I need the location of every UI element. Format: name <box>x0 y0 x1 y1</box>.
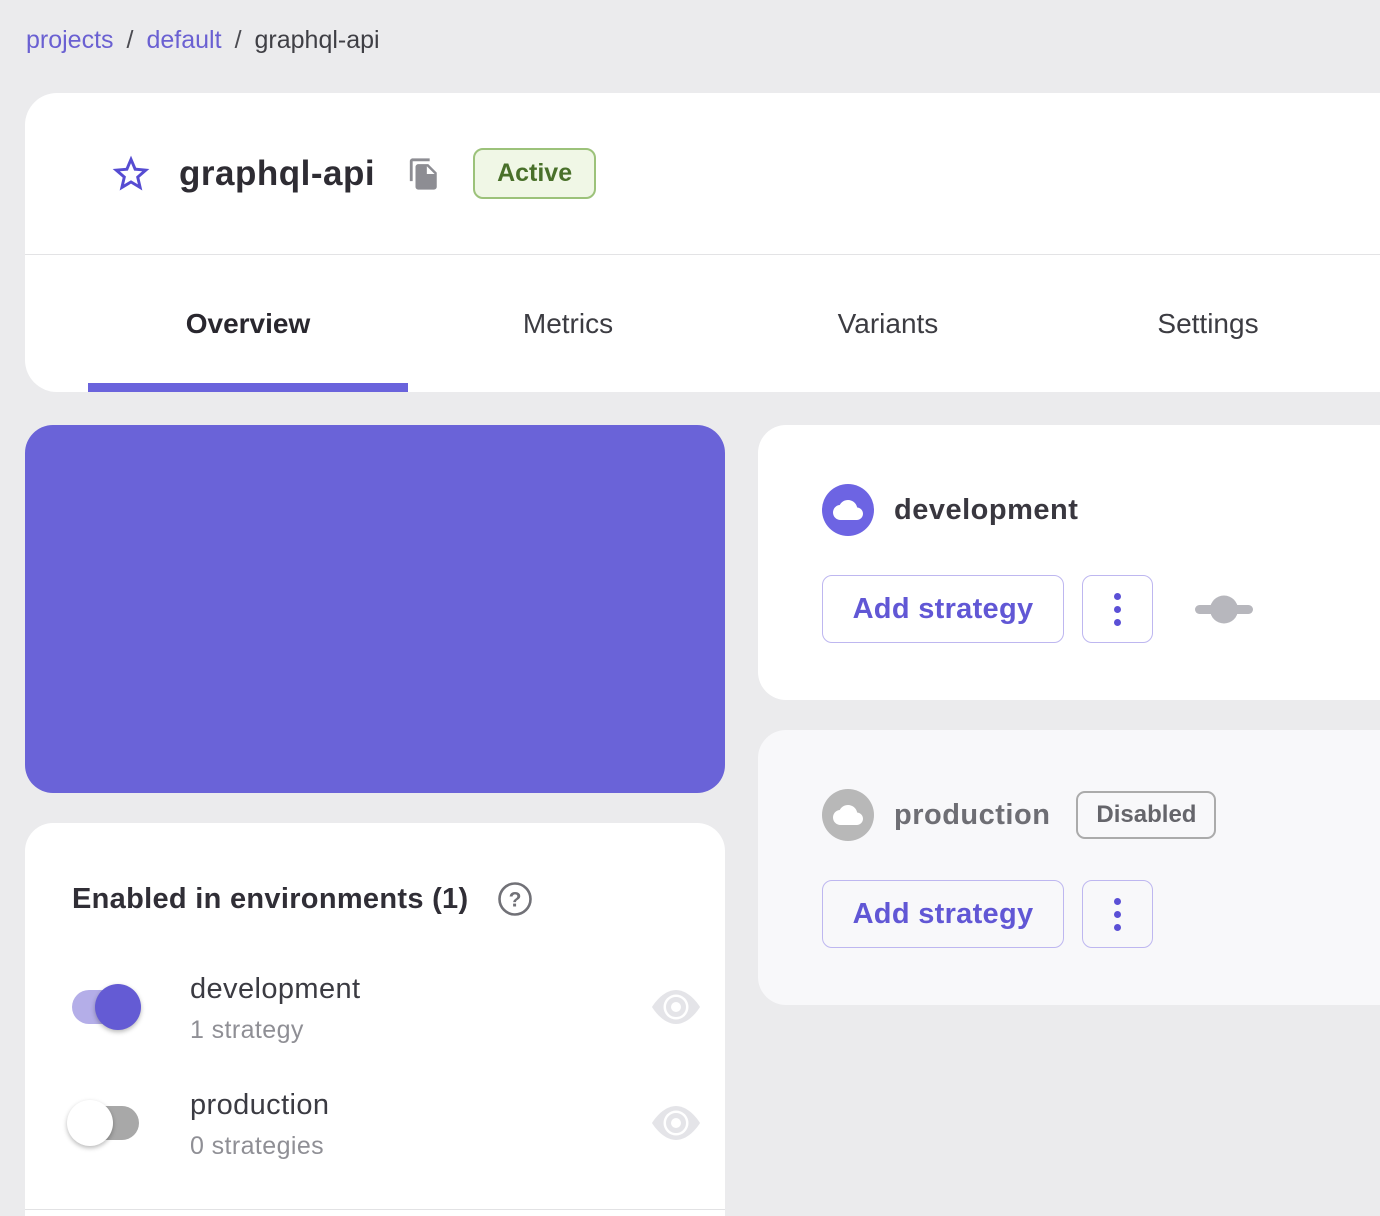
environment-menu-button[interactable] <box>1082 575 1153 643</box>
tab-variants[interactable]: Variants <box>728 255 1048 392</box>
environment-name: production <box>894 798 1051 831</box>
cloud-icon <box>833 805 863 825</box>
tab-label: Variants <box>837 307 939 339</box>
kebab-dot <box>1114 923 1121 931</box>
star-outline-icon <box>112 155 150 190</box>
environment-row-name: development <box>190 973 361 1005</box>
strategy-indicator-icon <box>1195 591 1253 627</box>
breadcrumb-separator: / <box>126 26 134 54</box>
feature-title: graphql-api <box>179 153 376 193</box>
help-button[interactable]: ? <box>496 880 534 918</box>
tab-overview[interactable]: Overview <box>88 255 408 392</box>
breadcrumb-link-projects[interactable]: projects <box>26 26 114 55</box>
environment-card-development: development Add strategy <box>758 425 1380 700</box>
add-strategy-button[interactable]: Add strategy <box>822 575 1064 643</box>
environment-avatar <box>822 789 874 841</box>
kebab-dot <box>1114 605 1121 613</box>
cloud-icon <box>833 500 863 520</box>
enabled-environments-card: Enabled in environments (1) ? developmen… <box>25 823 725 1216</box>
copy-icon <box>409 157 437 190</box>
release-toggle-card: Release toggle Project: default No descr… <box>25 425 725 1154</box>
environment-card-production: production Disabled Add strategy <box>758 730 1380 1005</box>
environment-header: development <box>822 484 1078 536</box>
environment-actions: Add strategy <box>822 575 1253 643</box>
enabled-environments-title: Enabled in environments (1) <box>72 882 469 915</box>
toggle-thumb <box>67 1100 113 1146</box>
svg-text:?: ? <box>509 889 522 912</box>
tab-label: Overview <box>185 307 311 339</box>
toggle-production[interactable] <box>67 1100 139 1146</box>
enabled-environments-header: Enabled in environments (1) ? <box>72 880 534 918</box>
breadcrumb: projects / default / graphql-api <box>26 26 380 55</box>
toggle-thumb <box>95 984 141 1030</box>
help-icon: ? <box>498 882 533 916</box>
feature-header-row: graphql-api Active <box>25 93 1380 254</box>
feature-toggle-page: projects / default / graphql-api graphql… <box>0 0 1380 1216</box>
breadcrumb-link-default[interactable]: default <box>147 26 222 55</box>
toggle-development[interactable] <box>72 984 141 1030</box>
tab-label: Settings <box>1157 307 1259 339</box>
kebab-dot <box>1114 910 1121 918</box>
eye-icon[interactable] <box>652 1106 700 1145</box>
breadcrumb-current: graphql-api <box>254 26 380 54</box>
tab-metrics[interactable]: Metrics <box>408 255 728 392</box>
active-tab-indicator <box>88 383 408 392</box>
eye-icon[interactable] <box>652 990 700 1029</box>
environment-menu-button[interactable] <box>1082 880 1153 948</box>
tab-label: Metrics <box>522 307 614 339</box>
kebab-dot <box>1114 592 1121 600</box>
disabled-badge: Disabled <box>1076 791 1217 839</box>
environment-row-strategies: 1 strategy <box>190 1016 304 1044</box>
copy-name-button[interactable] <box>407 157 441 191</box>
breadcrumb-separator: / <box>234 26 242 54</box>
tab-bar: Overview Metrics Variants Settings <box>25 255 1380 392</box>
environment-row-strategies: 0 strategies <box>190 1132 325 1160</box>
tab-settings[interactable]: Settings <box>1048 255 1368 392</box>
feature-header-card: graphql-api Active Overview Metrics Vari… <box>25 93 1380 392</box>
environment-name: development <box>894 493 1079 526</box>
environment-row-name: production <box>190 1089 330 1121</box>
kebab-dot <box>1114 618 1121 626</box>
status-badge: Active <box>473 148 597 199</box>
favorite-button[interactable] <box>109 152 153 196</box>
kebab-dot <box>1114 897 1121 905</box>
environment-actions: Add strategy <box>822 880 1153 948</box>
card-bottom-divider <box>25 1209 725 1210</box>
add-strategy-button[interactable]: Add strategy <box>822 880 1064 948</box>
environment-header: production Disabled <box>822 789 1217 841</box>
environment-avatar <box>822 484 874 536</box>
